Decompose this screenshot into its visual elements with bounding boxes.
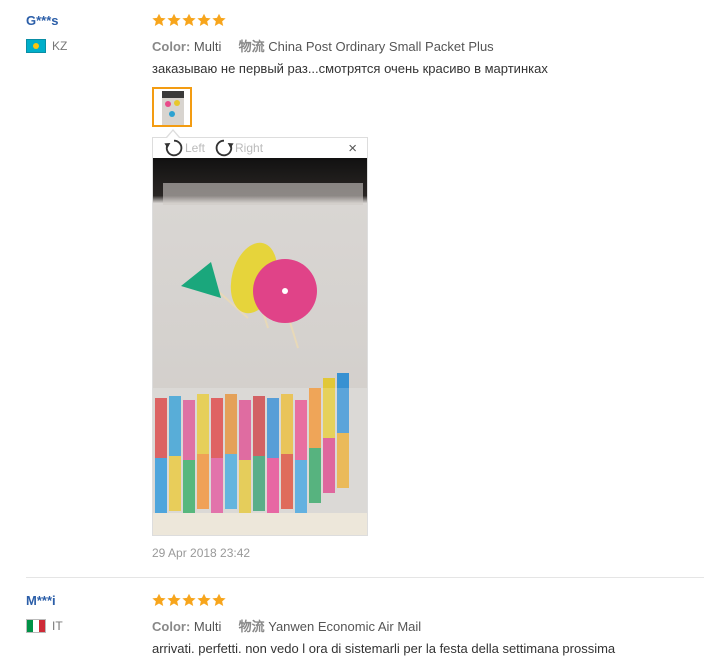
color-label: Color: [152, 39, 191, 54]
photo-viewer: Left Right × [152, 137, 368, 536]
country-code: KZ [52, 39, 68, 53]
star-rating [152, 13, 226, 27]
rotate-left-label: Left [185, 141, 206, 155]
close-viewer-button[interactable]: × [348, 140, 357, 157]
review-photo-thumbnail[interactable] [152, 87, 192, 127]
thumbnail-image [162, 91, 184, 125]
rotate-right-label: Right [235, 141, 264, 155]
shipping-value: Yanwen Economic Air Mail [268, 619, 422, 634]
reviewer-country: KZ [26, 39, 67, 53]
star-icon [197, 593, 211, 606]
star-rating [152, 593, 226, 607]
order-info: Color: Multi 物流 Yanwen Economic Air Mail [152, 616, 421, 635]
order-info: Color: Multi 物流 China Post Ordinary Smal… [152, 36, 494, 55]
star-icon [167, 593, 181, 606]
country-code: IT [52, 619, 63, 633]
star-icon [152, 593, 166, 606]
review-photo [153, 158, 367, 535]
shipping-label: 物流 [238, 619, 265, 634]
shipping-label: 物流 [238, 39, 265, 54]
star-icon [197, 13, 211, 26]
reviewer-name[interactable]: M***i [26, 593, 56, 608]
color-value: Multi [193, 619, 222, 634]
color-value: Multi [193, 39, 222, 54]
it-flag-icon [26, 619, 46, 633]
reviewer-name[interactable]: G***s [26, 13, 59, 28]
star-icon [212, 13, 226, 26]
review-text: arrivati. perfetti. non vedo l ora di si… [152, 641, 616, 656]
star-icon [152, 13, 166, 26]
color-label: Color: [152, 619, 191, 634]
star-icon [167, 13, 181, 26]
viewer-toolbar: Left Right × [153, 138, 367, 158]
reviewer-country: IT [26, 619, 63, 633]
rotate-left-icon [164, 139, 183, 157]
star-icon [212, 593, 226, 606]
rotate-right-button[interactable]: Right [213, 137, 263, 159]
rotate-left-button[interactable]: Left [163, 137, 205, 159]
star-icon [182, 593, 196, 606]
review-divider [26, 577, 704, 578]
cocktail-umbrellas-photo [153, 158, 367, 535]
shipping-value: China Post Ordinary Small Packet Plus [268, 39, 494, 54]
rotate-right-icon [215, 139, 234, 157]
star-icon [182, 13, 196, 26]
review-text: заказываю не первый раз...смотрятся очен… [152, 61, 548, 76]
review-date: 29 Apr 2018 23:42 [152, 546, 251, 560]
kz-flag-icon [26, 39, 46, 53]
viewer-pointer-inner [167, 131, 179, 138]
